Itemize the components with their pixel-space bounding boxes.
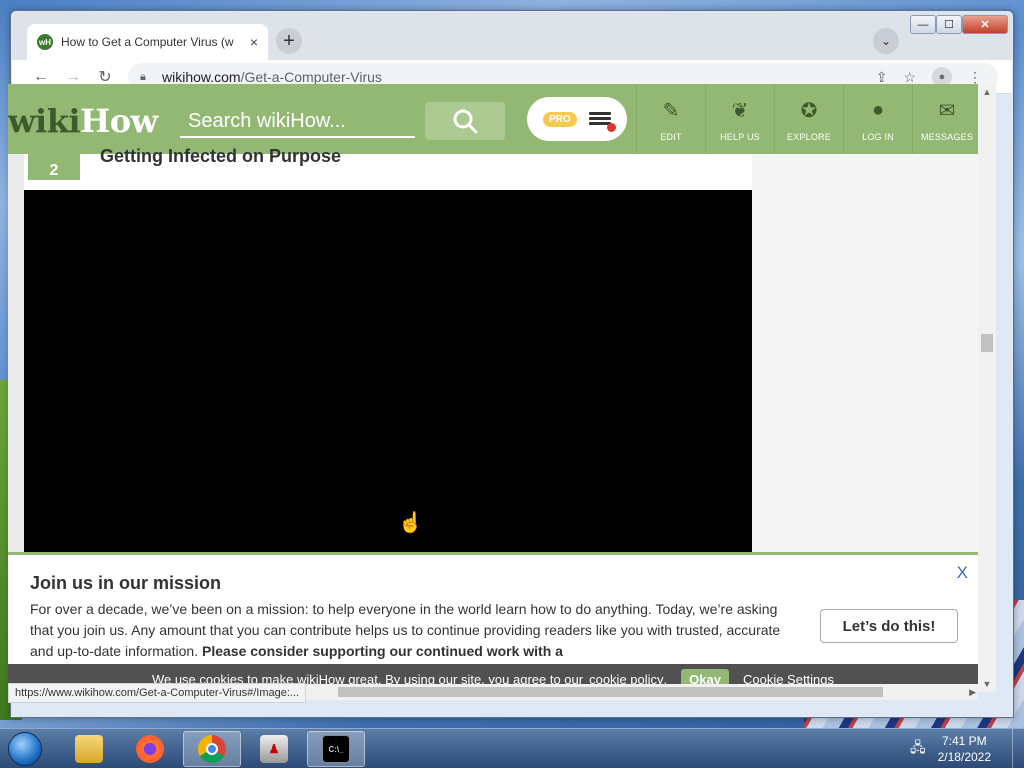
tab-active[interactable]: wH How to Get a Computer Virus (w × — [27, 24, 268, 60]
vertical-scroll-thumb[interactable] — [981, 334, 993, 352]
scroll-down-arrow-icon[interactable]: ▼ — [978, 676, 996, 692]
tab-search-chevron-icon[interactable]: ⌄ — [873, 28, 899, 54]
new-tab-button[interactable]: + — [276, 28, 302, 54]
horizontal-scroll-thumb[interactable] — [338, 687, 883, 697]
vertical-scrollbar[interactable]: ▲ ▼ — [978, 84, 996, 692]
status-bubble: https://www.wikihow.com/Get-a-Computer-V… — [8, 683, 307, 703]
taskbar-chrome[interactable] — [183, 731, 241, 767]
url-text: wikihow.com/Get-a-Computer-Virus — [162, 69, 382, 85]
command-prompt-icon: C:\_ — [322, 735, 350, 763]
nav-edit[interactable]: ✎ EDIT — [636, 84, 705, 154]
chat-icon: ✉ — [938, 99, 956, 122]
taskbar-firefox[interactable] — [121, 731, 179, 767]
mission-title: Join us in our mission — [30, 573, 222, 593]
tab-close-icon[interactable]: × — [250, 34, 258, 50]
page-viewport: wikiHow Search wikiHow... PRO ✎ EDIT ❦ H… — [8, 84, 978, 684]
header-nav: ✎ EDIT ❦ HELP US ✪ EXPLORE ● LOG IN ✉ ME… — [636, 84, 978, 154]
share-icon[interactable]: ⇪ — [876, 69, 888, 86]
search-icon — [453, 109, 478, 134]
step-video[interactable]: ☝ — [24, 190, 752, 554]
system-tray: 🖧︎ 7:41 PM 2/18/2022 — [910, 729, 991, 768]
nav-help-us[interactable]: ❦ HELP US — [705, 84, 774, 154]
article-step: Getting Infected on Purpose 2 ☝ — [24, 146, 752, 574]
taskbar-cmd[interactable]: C:\_ — [307, 731, 365, 767]
close-window-button[interactable]: ✕ — [962, 15, 1008, 34]
user-icon: ● — [871, 98, 885, 121]
nav-explore[interactable]: ✪ EXPLORE — [774, 84, 843, 154]
step-number: 2 — [28, 154, 80, 180]
right-sidebar — [752, 154, 978, 574]
lets-do-this-button[interactable]: Let’s do this! — [820, 609, 958, 643]
cookie-bar: We use cookies to make wikiHow great. By… — [8, 664, 978, 684]
taskbar-java[interactable]: ♟ — [245, 731, 303, 767]
minimize-button[interactable]: — — [910, 15, 936, 34]
mission-body: For over a decade, we’ve been on a missi… — [30, 601, 781, 659]
hamburger-menu-icon — [588, 112, 616, 132]
wikihow-header: wikiHow Search wikiHow... PRO ✎ EDIT ❦ H… — [8, 84, 978, 154]
bookmark-star-icon[interactable]: ☆ — [903, 69, 916, 86]
firefox-icon — [136, 735, 164, 763]
sprout-icon: ❦ — [731, 99, 749, 122]
folder-icon — [75, 735, 103, 763]
cookie-okay-button[interactable]: Okay — [681, 668, 729, 684]
network-icon[interactable]: 🖧︎ — [910, 737, 926, 761]
tab-title: How to Get a Computer Virus (w — [61, 35, 234, 49]
wikihow-logo[interactable]: wikiHow — [8, 102, 158, 140]
scroll-right-arrow-icon[interactable]: ▶ — [969, 684, 976, 700]
search-input[interactable]: Search wikiHow... — [180, 102, 415, 138]
windows-taskbar: ♟ C:\_ 🖧︎ 7:41 PM 2/18/2022 — [0, 728, 1024, 768]
step-title: Getting Infected on Purpose — [100, 146, 342, 166]
lock-icon: 🔒︎ — [140, 70, 146, 83]
chrome-icon — [198, 735, 226, 763]
clock[interactable]: 7:41 PM 2/18/2022 — [938, 733, 991, 765]
maximize-button[interactable]: ☐ — [936, 15, 962, 34]
windows-orb-icon — [8, 732, 42, 766]
cookie-policy-link[interactable]: cookie policy — [589, 672, 663, 685]
tab-strip: wH How to Get a Computer Virus (w × + ⌄ … — [12, 12, 1012, 60]
menu-kebab-icon[interactable]: ⋮ — [968, 69, 982, 86]
notification-dot — [606, 123, 616, 132]
wikihow-favicon-icon: wH — [37, 34, 53, 50]
show-desktop-button[interactable] — [1012, 729, 1024, 768]
search-button[interactable] — [425, 102, 505, 140]
taskbar-explorer[interactable] — [60, 731, 118, 767]
pro-badge: PRO — [543, 111, 577, 127]
scroll-up-arrow-icon[interactable]: ▲ — [978, 84, 996, 100]
nav-log-in[interactable]: ● LOG IN — [843, 84, 912, 154]
start-button[interactable] — [2, 729, 48, 768]
cookie-settings-link[interactable]: Cookie Settings — [743, 672, 834, 685]
nav-messages[interactable]: ✉ MESSAGES — [912, 84, 978, 154]
hand-cursor-icon: ☝ — [398, 512, 423, 534]
compass-icon: ✪ — [800, 99, 818, 122]
java-duke-icon: ♟ — [260, 735, 288, 763]
pencil-icon: ✎ — [662, 99, 680, 122]
mission-banner: Join us in our mission X For over a deca… — [8, 552, 978, 664]
pro-menu-button[interactable]: PRO — [527, 97, 627, 141]
mission-close-button[interactable]: X — [957, 563, 968, 583]
